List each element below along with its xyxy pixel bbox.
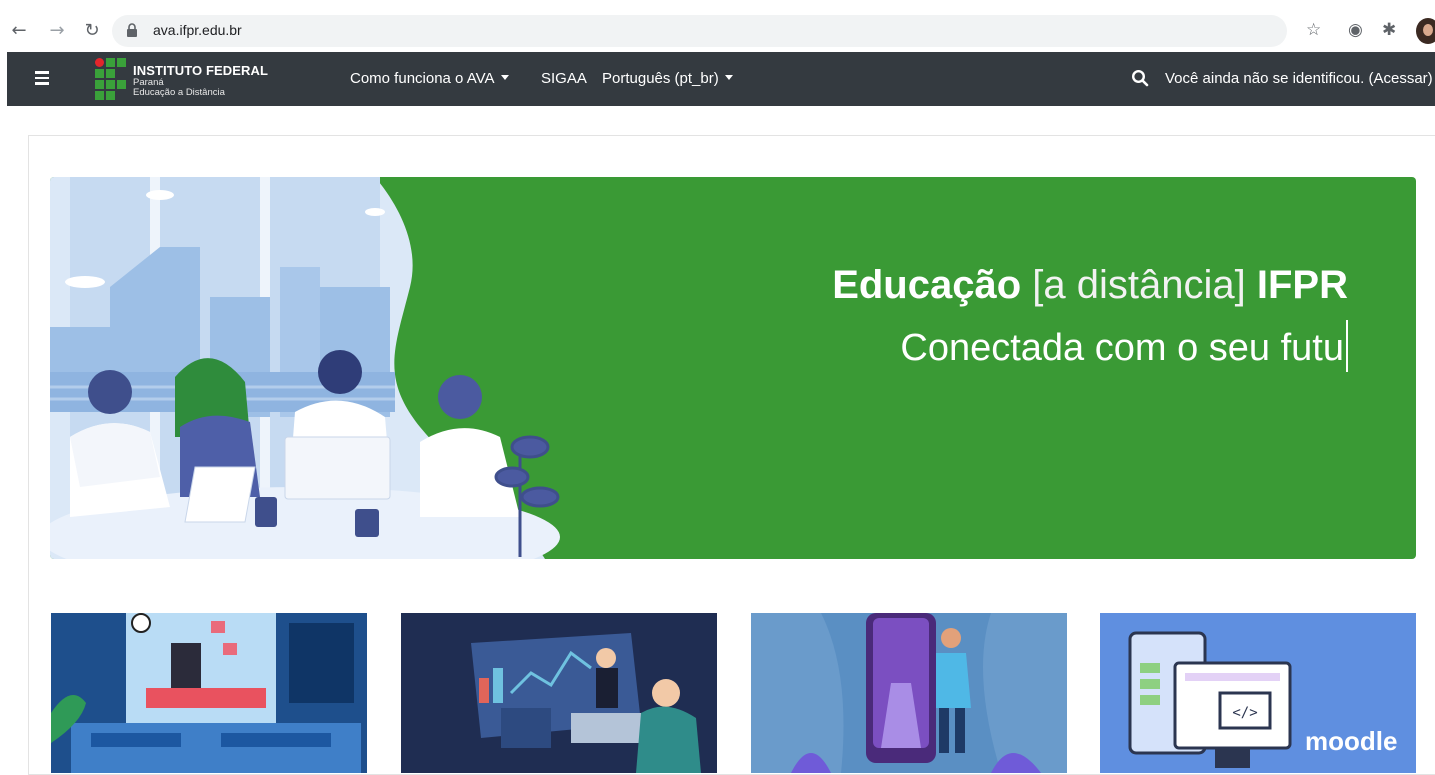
hero-subtitle: Conectada com o seu futu xyxy=(900,320,1348,372)
site-navbar: INSTITUTO FEDERAL Paraná Educação a Dist… xyxy=(7,52,1435,106)
forward-icon[interactable]: → xyxy=(46,18,68,44)
moodle-logo: moodle xyxy=(1305,726,1397,756)
url-text[interactable]: ava.ifpr.edu.br xyxy=(153,22,242,38)
caret-down-icon xyxy=(724,75,733,80)
moodle-devices-illustration: </> moodle xyxy=(1100,613,1416,773)
puzzle-icon[interactable]: ✱ xyxy=(1382,20,1396,40)
course-card-data[interactable] xyxy=(401,613,717,773)
hero-title-distancia: [a distância] xyxy=(1032,263,1246,307)
hamburger-menu-icon[interactable] xyxy=(35,71,49,85)
hero-title-educacao: Educação xyxy=(832,263,1022,307)
menu-sigaa-label: SIGAA xyxy=(541,70,587,87)
svg-text:</>: </> xyxy=(1232,705,1257,721)
search-icon[interactable] xyxy=(1131,69,1149,87)
menu-language-label: Português (pt_br) xyxy=(602,70,719,87)
bookmark-star-icon[interactable]: ☆ xyxy=(1306,20,1321,40)
browser-chrome: ← → ↻ ava.ifpr.edu.br ☆ ◉ ✱ xyxy=(0,0,1435,52)
reload-icon[interactable]: ↻ xyxy=(81,18,103,44)
back-icon[interactable]: ← xyxy=(8,18,30,44)
course-card-door[interactable] xyxy=(751,613,1067,773)
address-bar[interactable]: ava.ifpr.edu.br xyxy=(112,15,1287,47)
classroom-illustration xyxy=(51,613,367,773)
login-status-link[interactable]: Você ainda não se identificou. (Acessar) xyxy=(1165,70,1433,87)
typing-cursor xyxy=(1346,320,1348,372)
brand-title: INSTITUTO FEDERAL xyxy=(133,63,269,78)
menu-language[interactable]: Português (pt_br) xyxy=(602,70,733,87)
phone-door-illustration xyxy=(751,613,1067,773)
lock-icon[interactable] xyxy=(126,23,138,37)
extension-icon[interactable]: ◉ xyxy=(1348,20,1363,40)
ifpr-logo[interactable] xyxy=(95,58,129,100)
course-card-classroom[interactable] xyxy=(51,613,367,773)
menu-como-funciona-label: Como funciona o AVA xyxy=(350,70,495,87)
brand-text[interactable]: INSTITUTO FEDERAL Paraná Educação a Dist… xyxy=(133,64,268,98)
hero-title: Educação [a distância] IFPR xyxy=(832,263,1348,308)
course-card-moodle[interactable]: </> moodle xyxy=(1100,613,1416,773)
data-presentation-illustration xyxy=(401,613,717,773)
hero-subtitle-text: Conectada com o seu futu xyxy=(900,327,1344,369)
hero-title-ifpr: IFPR xyxy=(1256,263,1348,307)
menu-sigaa[interactable]: SIGAA xyxy=(541,70,587,87)
brand-line-3: Educação a Distância xyxy=(133,87,225,98)
caret-down-icon xyxy=(500,75,509,80)
profile-avatar[interactable] xyxy=(1416,18,1435,44)
hero-banner: Educação [a distância] IFPR Conectada co… xyxy=(50,177,1416,559)
menu-como-funciona[interactable]: Como funciona o AVA xyxy=(350,70,509,87)
